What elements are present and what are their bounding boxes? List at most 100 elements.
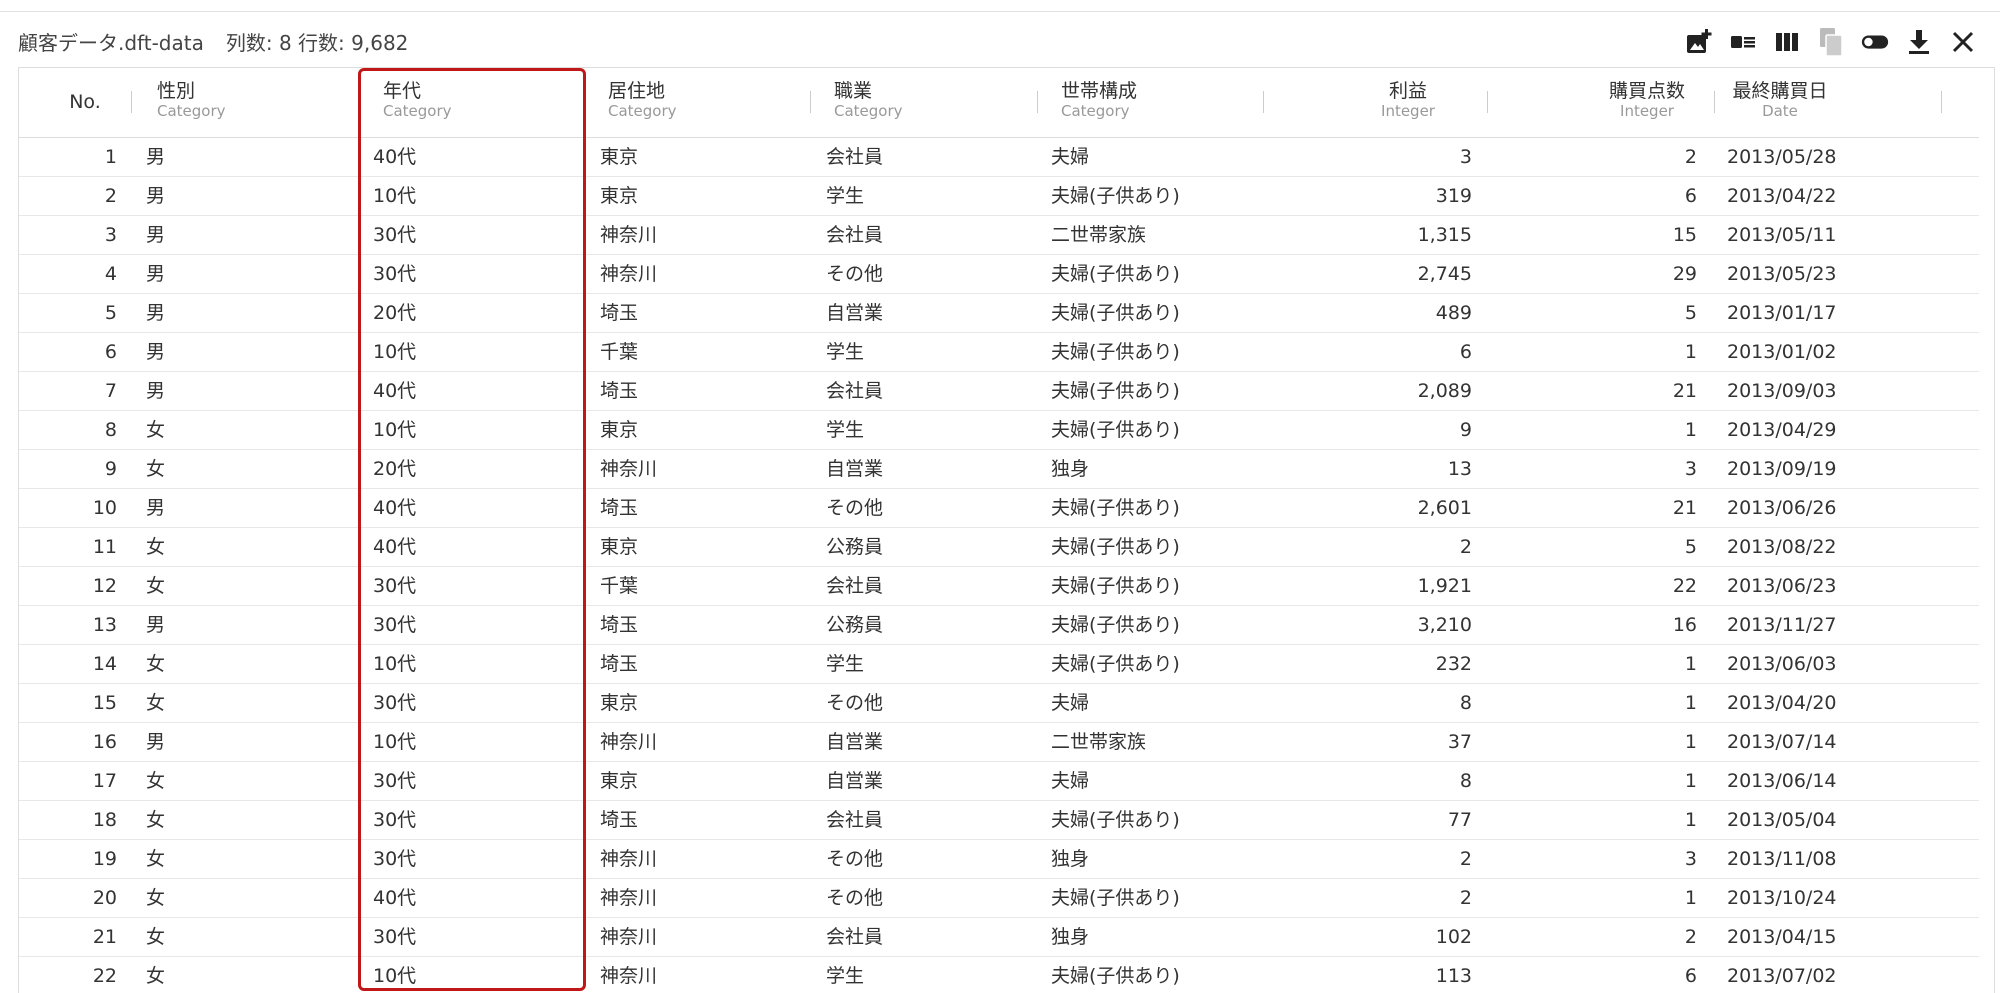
cell-household: 夫婦 [1051,770,1090,792]
cell-household: 夫婦(子供あり) [1051,575,1180,597]
column-resize-handle[interactable] [131,91,132,113]
column-header-household[interactable]: 世帯構成 Category [1061,80,1181,130]
table-row[interactable]: 5 男 20代 埼玉 自営業 夫婦(子供あり) 489 5 2013/01/17 [19,294,1979,333]
cell-residence: 神奈川 [600,887,658,909]
column-header-last-purchase-date[interactable]: 最終購買日 Date [1727,80,1833,130]
table-row[interactable]: 8 女 10代 東京 学生 夫婦(子供あり) 9 1 2013/04/29 [19,411,1979,450]
cell-household: 二世帯家族 [1051,731,1147,753]
cell-purchase-count: 1 [1684,341,1697,363]
cell-gender: 女 [146,809,166,831]
cell-age: 30代 [373,692,417,714]
column-header-age[interactable]: 年代 Category [383,80,503,130]
table-row[interactable]: 11 女 40代 東京 公務員 夫婦(子供あり) 2 5 2013/08/22 [19,528,1979,567]
cell-profit: 2 [1459,887,1472,909]
cell-profit: 2 [1459,848,1472,870]
cell-household: 独身 [1051,926,1090,948]
cell-gender: 女 [146,770,166,792]
cell-purchase-count: 3 [1684,458,1697,480]
table-row[interactable]: 15 女 30代 東京 その他 夫婦 8 1 2013/04/20 [19,684,1979,723]
add-image-icon[interactable] [1684,27,1714,57]
table-row[interactable]: 20 女 40代 神奈川 その他 夫婦(子供あり) 2 1 2013/10/24 [19,879,1979,918]
table-row[interactable]: 12 女 30代 千葉 会社員 夫婦(子供あり) 1,921 22 2013/06/23 [19,567,1979,606]
cell-last-purchase-date: 2013/06/14 [1727,770,1837,792]
column-resize-handle[interactable] [1037,91,1038,113]
column-resize-handle[interactable] [1714,91,1715,113]
table-row[interactable]: 22 女 10代 神奈川 学生 夫婦(子供あり) 113 6 2013/07/02 [19,957,1979,993]
table-row[interactable]: 10 男 40代 埼玉 その他 夫婦(子供あり) 2,601 21 2013/06/26 [19,489,1979,528]
copy-icon[interactable] [1816,27,1846,57]
column-header-no[interactable]: No. [57,80,113,130]
cell-profit: 102 [1435,926,1472,948]
cell-profit: 1,921 [1417,575,1472,597]
cell-age: 40代 [373,887,417,909]
cell-age: 30代 [373,770,417,792]
cell-profit: 2,745 [1417,263,1472,285]
cell-occupation: 会社員 [826,809,884,831]
file-name: 顧客データ.dft-data [18,30,204,55]
cell-profit: 6 [1459,341,1472,363]
cell-purchase-count: 21 [1672,497,1697,519]
column-name: 年代 [383,80,422,102]
cell-occupation: その他 [826,848,884,870]
cell-gender: 男 [146,224,166,246]
column-resize-handle[interactable] [1263,91,1264,113]
column-name: 利益 [1388,80,1427,102]
table-row[interactable]: 13 男 30代 埼玉 公務員 夫婦(子供あり) 3,210 16 2013/11/27 [19,606,1979,645]
cell-last-purchase-date: 2013/05/11 [1727,224,1837,246]
cell-residence: 埼玉 [600,497,639,519]
columns-icon[interactable] [1772,27,1802,57]
table-row[interactable]: 18 女 30代 埼玉 会社員 夫婦(子供あり) 77 1 2013/05/04 [19,801,1979,840]
download-icon[interactable] [1904,27,1934,57]
toggle-icon[interactable] [1860,27,1890,57]
cell-occupation: 学生 [826,965,865,987]
cell-gender: 女 [146,419,166,441]
cell-age: 10代 [373,341,417,363]
table-row[interactable]: 6 男 10代 千葉 学生 夫婦(子供あり) 6 1 2013/01/02 [19,333,1979,372]
column-type: Integer [1620,102,1674,120]
cell-profit: 37 [1447,731,1472,753]
cell-age: 30代 [373,263,417,285]
list-view-icon[interactable] [1728,27,1758,57]
cell-purchase-count: 2 [1684,926,1697,948]
cell-age: 30代 [373,575,417,597]
cell-gender: 女 [146,458,166,480]
column-header-gender[interactable]: 性別 Category [157,80,277,130]
table-row[interactable]: 7 男 40代 埼玉 会社員 夫婦(子供あり) 2,089 21 2013/09/03 [19,372,1979,411]
cell-last-purchase-date: 2013/04/20 [1727,692,1837,714]
cell-occupation: その他 [826,263,884,285]
cell-last-purchase-date: 2013/04/15 [1727,926,1837,948]
cell-purchase-count: 16 [1672,614,1697,636]
cell-gender: 男 [146,614,166,636]
cell-last-purchase-date: 2013/04/29 [1727,419,1837,441]
cell-gender: 男 [146,497,166,519]
cell-purchase-count: 1 [1684,809,1697,831]
column-header-profit[interactable]: 利益 Integer [1359,80,1457,130]
column-name: 購買点数 [1608,80,1685,102]
close-icon[interactable] [1948,27,1978,57]
cell-no: 19 [92,848,117,870]
cell-age: 40代 [373,380,417,402]
table-row[interactable]: 16 男 10代 神奈川 自営業 二世帯家族 37 1 2013/07/14 [19,723,1979,762]
table-row[interactable]: 21 女 30代 神奈川 会社員 独身 102 2 2013/04/15 [19,918,1979,957]
cell-occupation: 会社員 [826,926,884,948]
cell-age: 20代 [373,302,417,324]
table-row[interactable]: 3 男 30代 神奈川 会社員 二世帯家族 1,315 15 2013/05/11 [19,216,1979,255]
table-row[interactable]: 19 女 30代 神奈川 その他 独身 2 3 2013/11/08 [19,840,1979,879]
table-row[interactable]: 4 男 30代 神奈川 その他 夫婦(子供あり) 2,745 29 2013/05/23 [19,255,1979,294]
table-row[interactable]: 2 男 10代 東京 学生 夫婦(子供あり) 319 6 2013/04/22 [19,177,1979,216]
table-row[interactable]: 9 女 20代 神奈川 自営業 独身 13 3 2013/09/19 [19,450,1979,489]
column-header-purchase-count[interactable]: 購買点数 Integer [1587,80,1707,130]
cell-purchase-count: 1 [1684,419,1697,441]
table-row[interactable]: 1 男 40代 東京 会社員 夫婦 3 2 2013/05/28 [19,138,1979,177]
column-resize-handle[interactable] [810,91,811,113]
cell-last-purchase-date: 2013/01/02 [1727,341,1837,363]
cell-residence: 東京 [600,536,639,558]
column-header-residence[interactable]: 居住地 Category [608,80,728,130]
column-type: Category [383,102,452,120]
column-name: 職業 [834,80,873,102]
column-resize-handle[interactable] [1941,91,1942,113]
table-row[interactable]: 17 女 30代 東京 自営業 夫婦 8 1 2013/06/14 [19,762,1979,801]
column-header-occupation[interactable]: 職業 Category [834,80,954,130]
table-row[interactable]: 14 女 10代 埼玉 学生 夫婦(子供あり) 232 1 2013/06/03 [19,645,1979,684]
column-resize-handle[interactable] [1487,91,1488,113]
